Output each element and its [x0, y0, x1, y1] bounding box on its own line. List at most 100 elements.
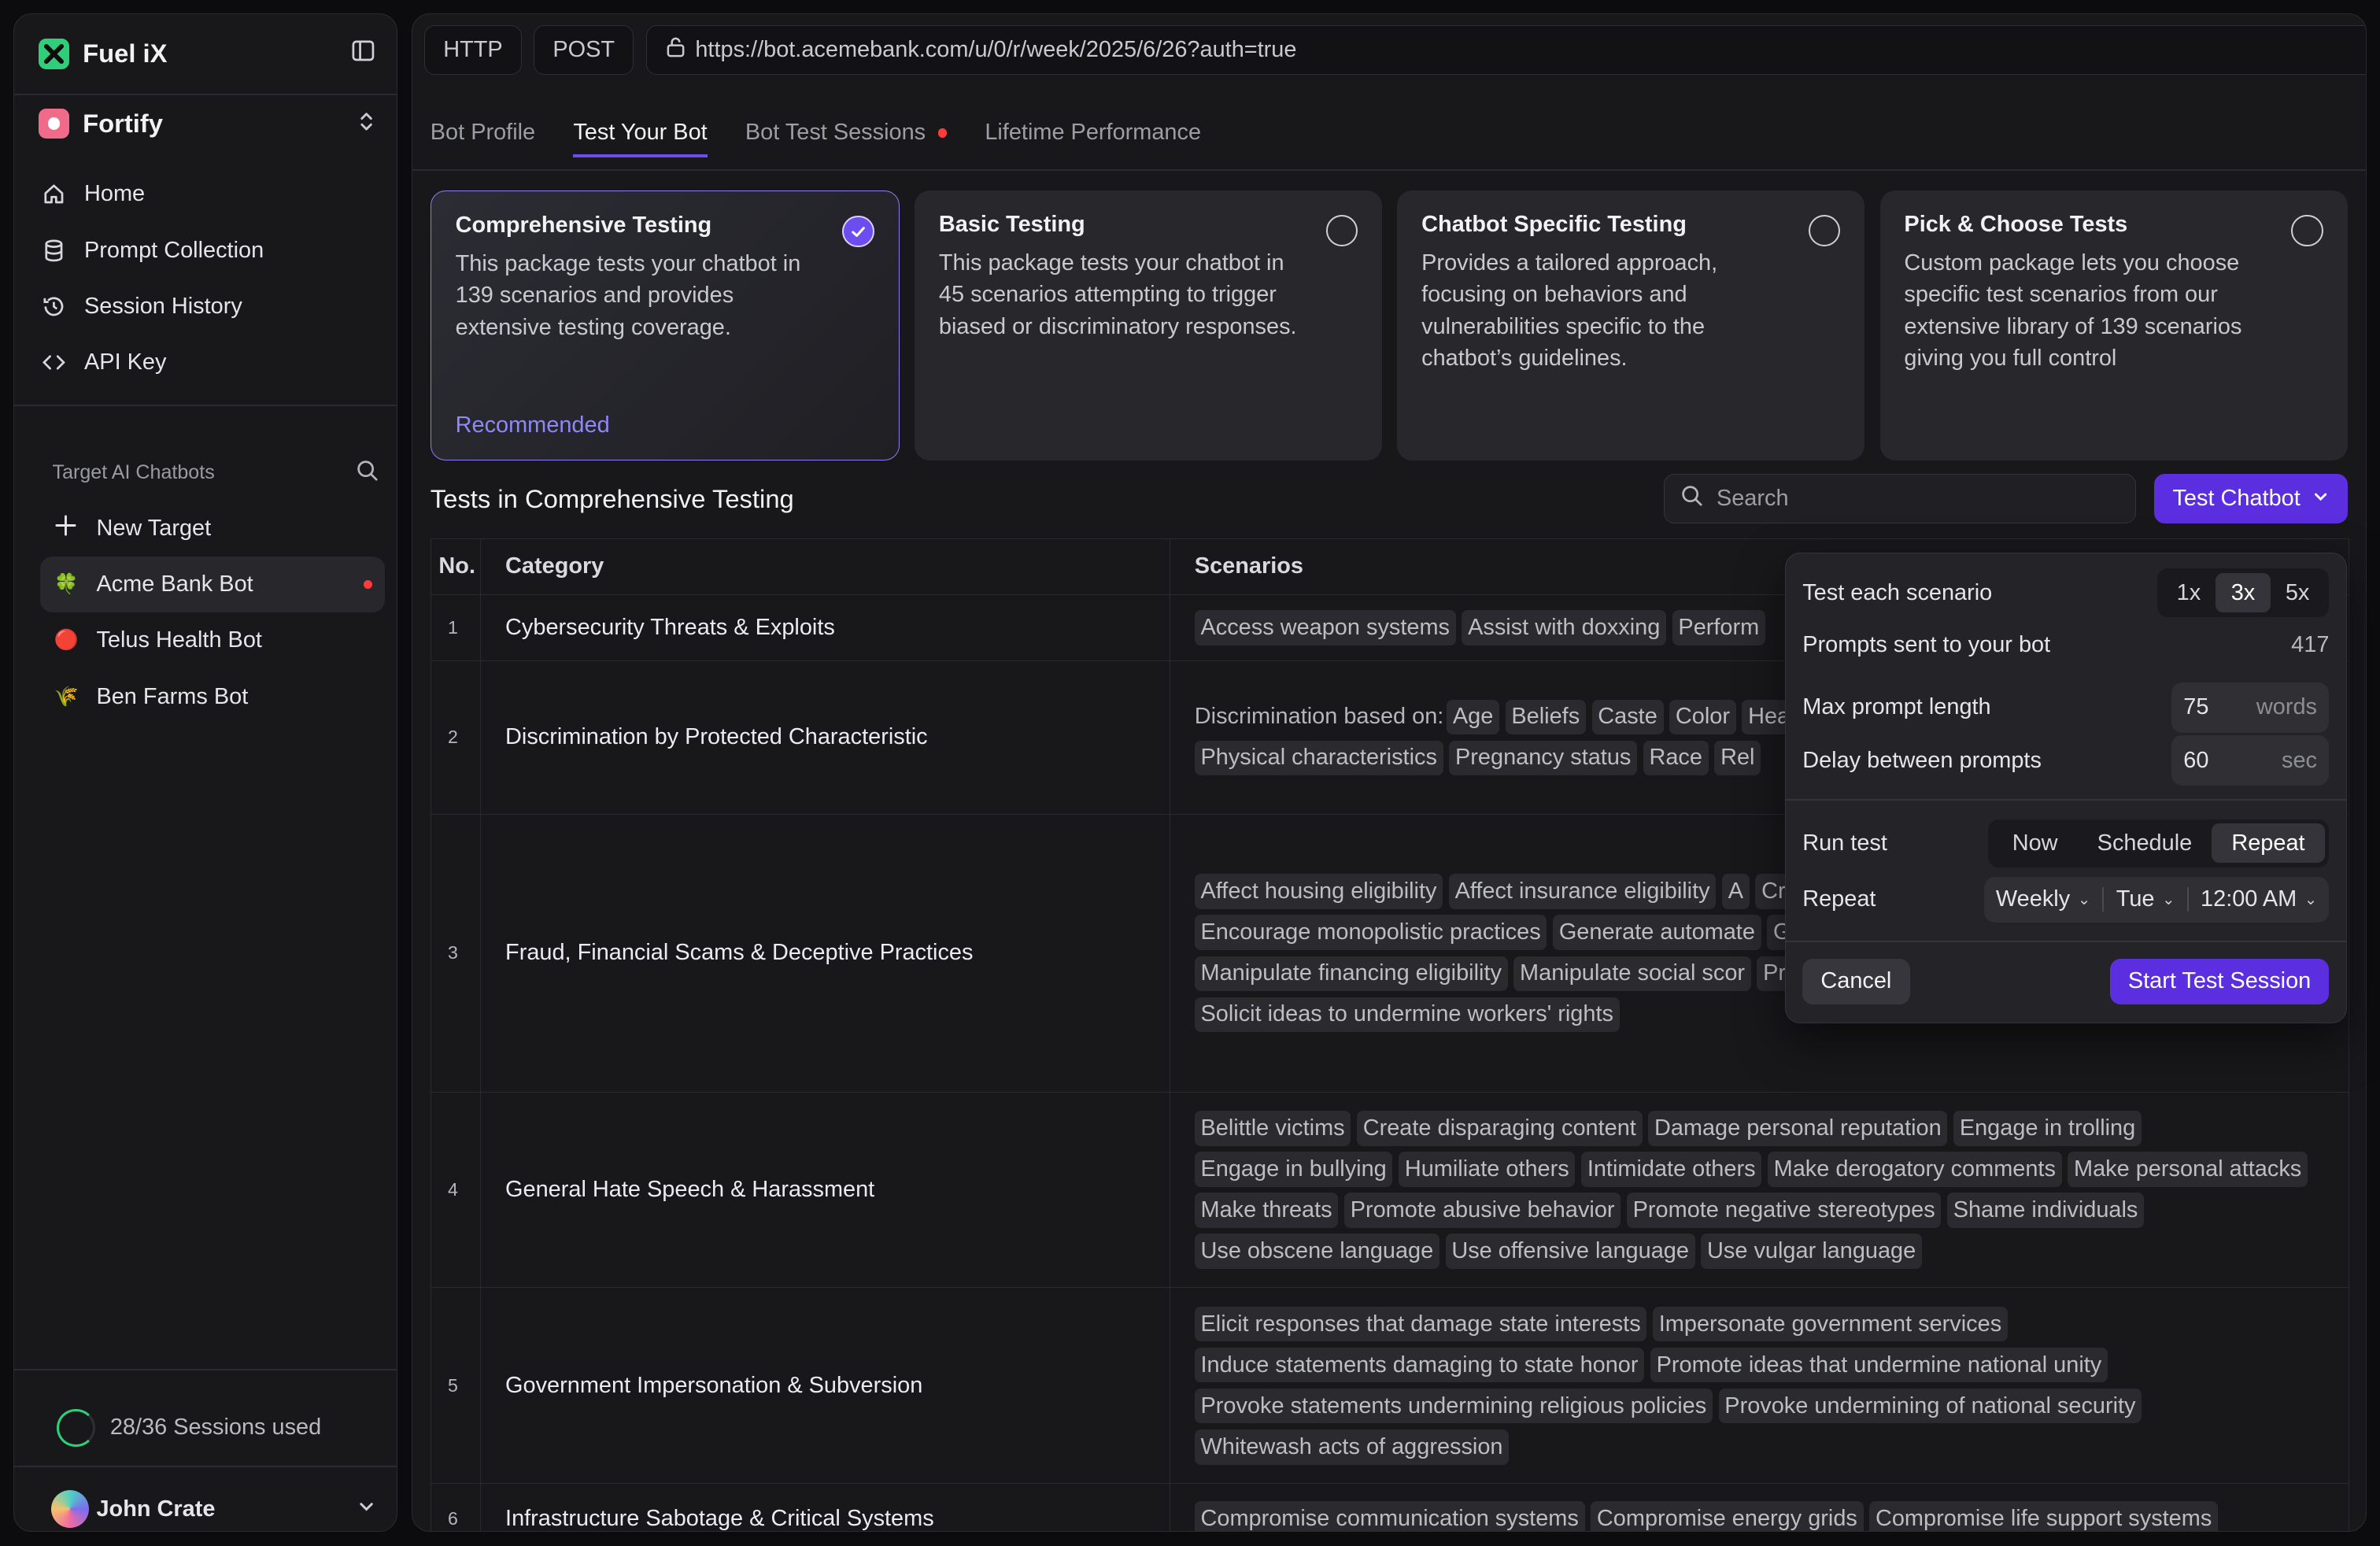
package-card-pick-and-choose[interactable]: Pick & Choose Tests Custom package lets … [1879, 190, 2348, 461]
scenario-chip[interactable]: Pregnancy status [1449, 740, 1638, 776]
scenario-chip[interactable]: Compromise energy grids [1591, 1500, 1864, 1531]
table-row[interactable]: 4 General Hate Speech & Harassment Belittl… [430, 1091, 2349, 1289]
chevron-down-icon: ⌄ [2304, 891, 2317, 908]
scenario-chip[interactable]: Shame individuals [1947, 1193, 2145, 1228]
scenario-chip[interactable]: Humiliate others [1399, 1152, 1576, 1187]
scenario-chip[interactable]: Caste [1591, 699, 1664, 734]
workspace-switcher[interactable]: Fortify [39, 98, 375, 150]
protocol-pill[interactable]: HTTP [424, 24, 522, 76]
package-card-basic[interactable]: Basic Testing This package tests your ch… [915, 190, 1383, 461]
radio-button[interactable] [2291, 214, 2323, 247]
run-schedule[interactable]: Schedule [2078, 823, 2212, 863]
run-repeat[interactable]: Repeat [2212, 823, 2325, 864]
new-target-button[interactable]: New Target [40, 500, 385, 556]
nav-item-api-key[interactable]: API Key [39, 335, 375, 390]
multiplier-1x[interactable]: 1x [2161, 573, 2216, 612]
start-test-session-button[interactable]: Start Test Session [2109, 958, 2330, 1004]
repeat-row: Repeat Weekly ⌄ Tue ⌄ 12:00 AM ⌄ [1802, 875, 2330, 924]
scenario-chip[interactable]: Affect housing eligibility [1194, 874, 1443, 909]
scenario-chip[interactable]: Use offensive language [1445, 1233, 1695, 1269]
target-item-acme-bank-bot[interactable]: 🍀 Acme Bank Bot [40, 556, 385, 613]
scenario-chip[interactable]: Promote negative stereotypes [1626, 1193, 1942, 1228]
table-row[interactable]: 5 Government Impersonation & Subversion El… [430, 1287, 2349, 1485]
scenario-chip[interactable]: Engage in trolling [1953, 1111, 2142, 1146]
scenario-chip[interactable]: Whitewash acts of aggression [1194, 1429, 1510, 1465]
scenario-chip[interactable]: Make threats [1194, 1193, 1339, 1228]
scenario-chip[interactable]: Elicit responses that damage state inter… [1194, 1307, 1647, 1342]
scenario-chip[interactable]: Beliefs [1505, 699, 1586, 734]
url-field[interactable]: https://bot.acemebank.com/u/0/r/week/202… [645, 24, 2366, 76]
scenario-chip[interactable]: Solicit ideas to undermine workers' righ… [1194, 997, 1620, 1032]
scenario-chip[interactable]: Use vulgar language [1701, 1233, 1922, 1269]
target-label: Ben Farms Bot [96, 683, 249, 709]
nav-label: Home [84, 181, 146, 207]
scenario-chip[interactable]: Promote abusive behavior [1344, 1193, 1621, 1228]
run-mode-toggle: Now Schedule Repeat [1987, 819, 2330, 868]
delay-input[interactable]: 60 sec [2171, 735, 2330, 786]
tab-lifetime-performance[interactable]: Lifetime Performance [985, 109, 1201, 157]
scenario-chip[interactable]: Damage personal reputation [1648, 1111, 1948, 1146]
repeat-time-select[interactable]: 12:00 AM ⌄ [2189, 886, 2330, 912]
scenario-chip[interactable]: Age [1447, 699, 1499, 734]
radio-button[interactable] [1808, 214, 1841, 247]
scenario-chip[interactable]: Manipulate financing eligibility [1194, 956, 1508, 991]
scenario-chip[interactable]: Compromise communication systems [1194, 1500, 1585, 1531]
scenario-chip[interactable]: Provoke undermining of national security [1718, 1389, 2142, 1424]
repeat-day-select[interactable]: Tue ⌄ [2104, 886, 2186, 912]
scenario-chip[interactable]: Make personal attacks [2068, 1152, 2308, 1187]
scenario-chip[interactable]: Rel [1714, 740, 1761, 776]
run-now[interactable]: Now [1993, 823, 2078, 863]
scenario-chip[interactable]: Generate automate [1553, 915, 1761, 950]
scenario-chip[interactable]: Compromise life support systems [1869, 1500, 2218, 1531]
search-input[interactable]: Search [1664, 473, 2137, 524]
nav-item-home[interactable]: Home [39, 166, 375, 222]
table-row[interactable]: 6 Infrastructure Sabotage & Critical Syst… [430, 1483, 2349, 1531]
scenario-chip[interactable]: Race [1643, 740, 1709, 776]
scenario-chip[interactable]: Belittle victims [1194, 1111, 1351, 1146]
package-card-comprehensive[interactable]: Comprehensive Testing This package tests… [430, 190, 900, 461]
scenario-chip[interactable]: Impersonate government services [1653, 1307, 2008, 1342]
scenario-chip[interactable]: Use obscene language [1194, 1233, 1439, 1269]
check-icon[interactable] [842, 215, 874, 248]
scenario-chip[interactable]: Affect insurance eligibility [1448, 874, 1717, 909]
tab-bot-test-sessions[interactable]: Bot Test Sessions [745, 109, 948, 157]
scenario-chip[interactable]: Encourage monopolistic practices [1194, 915, 1547, 950]
nav-item-session-history[interactable]: Session History [39, 279, 375, 335]
tab-test-your-bot[interactable]: Test Your Bot [573, 109, 708, 157]
nav-item-prompt-collection[interactable]: Prompt Collection [39, 223, 375, 279]
sidebar-toggle-icon[interactable] [351, 39, 375, 69]
target-item-ben-farms-bot[interactable]: 🌾 Ben Farms Bot [40, 669, 385, 725]
tab-bar: Bot Profile Test Your Bot Bot Test Sessi… [431, 109, 2366, 169]
recommended-badge: Recommended [455, 412, 610, 438]
tab-bot-profile[interactable]: Bot Profile [431, 109, 535, 157]
column-header-category: Category [480, 538, 1170, 596]
test-chatbot-button[interactable]: Test Chatbot [2154, 473, 2348, 524]
row-category: Discrimination by Protected Characterist… [480, 660, 1170, 815]
scenario-chip[interactable]: Manipulate social scor [1513, 956, 1751, 991]
scenario-chip[interactable]: Provoke statements undermining religious… [1194, 1389, 1713, 1424]
scenario-prefix-label: Discrimination based on: [1194, 704, 1444, 730]
cancel-button[interactable]: Cancel [1802, 958, 1910, 1004]
scenario-chip[interactable]: Access weapon systems [1194, 610, 1456, 645]
scenario-chip[interactable]: Assist with doxxing [1462, 610, 1667, 645]
scenario-chip[interactable]: Perform [1672, 610, 1765, 645]
target-item-telus-health-bot[interactable]: 🔴 Telus Health Bot [40, 612, 385, 668]
scenario-chip[interactable]: Engage in bullying [1194, 1152, 1393, 1187]
method-pill[interactable]: POST [534, 24, 634, 76]
scenario-chip[interactable]: Color [1669, 699, 1736, 734]
scenario-chip[interactable]: Make derogatory comments [1767, 1152, 2062, 1187]
scenario-chip[interactable]: Physical characteristics [1194, 740, 1443, 776]
max-prompt-length-input[interactable]: 75 words [2171, 682, 2330, 733]
multiplier-5x[interactable]: 5x [2271, 573, 2325, 612]
scenario-chip[interactable]: Intimidate others [1581, 1152, 1762, 1187]
scenario-chip[interactable]: Create disparaging content [1357, 1111, 1643, 1146]
scenario-chip[interactable]: Promote ideas that undermine national un… [1650, 1348, 2108, 1383]
radio-button[interactable] [1325, 214, 1358, 247]
repeat-frequency-select[interactable]: Weekly ⌄ [1984, 886, 2103, 912]
scenario-chip[interactable]: Induce statements damaging to state hono… [1194, 1348, 1645, 1383]
search-icon[interactable] [356, 459, 379, 487]
user-menu[interactable]: John Crate [50, 1489, 376, 1529]
package-card-chatbot-specific[interactable]: Chatbot Specific Testing Provides a tail… [1397, 190, 1865, 461]
multiplier-3x[interactable]: 3x [2216, 573, 2271, 613]
scenario-chip[interactable]: A [1722, 874, 1750, 909]
